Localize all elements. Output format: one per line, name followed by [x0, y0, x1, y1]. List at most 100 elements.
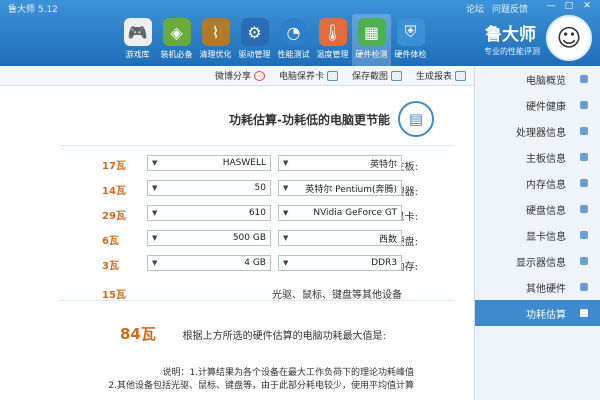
speedometer-icon: ◔: [279, 18, 308, 46]
sidebar-item-label: 显示器信息: [516, 257, 566, 269]
tool-benchmark[interactable]: ◔ 性能测试: [274, 14, 313, 66]
divider: [60, 300, 454, 301]
sidebar-item-gpu[interactable]: 显卡信息: [475, 222, 600, 248]
tool-hardware-checkup[interactable]: ⛨ 硬件体检: [391, 14, 430, 66]
sidebar-item-monitor[interactable]: 显示器信息: [475, 248, 600, 274]
monitor-icon: [580, 257, 588, 265]
tool-temperature[interactable]: 🌡 温度管理: [313, 14, 352, 66]
select-value: 西数: [378, 234, 397, 245]
main-panel: 功耗估算-功耗低的电脑更节能 ▤ 主板: ▼英特尔 ▼HASWELL 17瓦 处…: [0, 87, 474, 400]
brand-slogan: 专业的性能评测: [484, 47, 540, 56]
hardware-icon: [580, 283, 588, 291]
power-icon: [580, 309, 588, 317]
page-heading: 功耗估算-功耗低的电脑更节能 ▤: [229, 101, 434, 137]
memory-icon: [580, 179, 588, 187]
disk-brand-select[interactable]: ▼ 西数: [278, 230, 402, 246]
weibo-share-button[interactable]: 微博分享: [211, 68, 269, 84]
save-screenshot-button[interactable]: 保存截图: [348, 68, 406, 84]
dropdown-arrow-icon: ▼: [283, 209, 289, 217]
card-icon: [326, 70, 338, 81]
cpu-brand-select[interactable]: ▼ 英特尔 Pentium(奔腾): [278, 180, 402, 196]
tool-label: 游戏库: [125, 50, 150, 59]
memory-type-select[interactable]: ▼ DDR3: [278, 255, 402, 271]
tool-label: 清理优化: [199, 50, 232, 59]
memory-size-select[interactable]: ▼ 4 GB: [147, 255, 271, 271]
maximize-button[interactable]: □: [562, 1, 576, 12]
gpu-model-select[interactable]: ▼ 610: [147, 205, 271, 221]
close-button[interactable]: ✕: [580, 1, 594, 12]
sidebar-item-label: 硬件健康: [526, 101, 566, 113]
select-value: 英特尔 Pentium(奔腾): [305, 184, 397, 195]
cube-icon: ◈: [162, 18, 191, 46]
tool-label: 性能测试: [277, 50, 310, 59]
thermometer-icon: 🌡: [318, 18, 347, 46]
gear-icon: ⚙: [240, 18, 269, 46]
select-value: HASWELL: [222, 158, 266, 168]
weibo-icon: [253, 70, 265, 81]
cpu-model-select[interactable]: ▼ 50: [147, 180, 271, 196]
subbar-label: 电脑保养卡: [278, 72, 324, 82]
sidebar-item-other-hardware[interactable]: 其他硬件: [475, 274, 600, 300]
tool-hardware-detect[interactable]: ▦ 硬件检测: [352, 14, 391, 66]
sidebar-item-label: 显卡信息: [526, 231, 566, 243]
shield-icon: ⛨: [396, 18, 425, 46]
other-devices-watts: 15瓦: [102, 290, 126, 301]
component-row-motherboard: 主板: ▼ 英特尔 ▼ HASWELL 17瓦: [0, 155, 474, 173]
sidebar-item-disk[interactable]: 硬盘信息: [475, 196, 600, 222]
row-watts: 14瓦: [102, 186, 126, 197]
disk-model-select[interactable]: ▼ 500 GB: [147, 230, 271, 246]
subbar-label: 保存截图: [351, 72, 388, 82]
maintenance-card-button[interactable]: 电脑保养卡: [275, 68, 342, 84]
tool-games[interactable]: 🎮 游戏库: [118, 14, 157, 66]
sidebar-item-label: 主板信息: [526, 153, 566, 165]
row-watts: 3瓦: [102, 261, 119, 272]
sidebar-item-label: 内存信息: [526, 179, 566, 191]
health-icon: [580, 101, 588, 109]
sidebar-item-cpu[interactable]: 处理器信息: [475, 118, 600, 144]
report-icon: [455, 70, 466, 81]
cpu-icon: [580, 127, 588, 135]
gpu-brand-select[interactable]: ▼ NVidia GeForce GT: [278, 205, 402, 221]
brand-name: 鲁大师: [485, 25, 536, 45]
sidebar-item-motherboard[interactable]: 主板信息: [475, 144, 600, 170]
tool-label: 硬件体检: [394, 50, 427, 59]
tool-cleanup[interactable]: ⌇ 清理优化: [196, 14, 235, 66]
window-controls: — □ ✕: [544, 1, 594, 12]
motherboard-icon: [580, 153, 588, 161]
dropdown-arrow-icon: ▼: [283, 159, 289, 167]
gamepad-icon: 🎮: [123, 18, 152, 46]
dropdown-arrow-icon: ▼: [283, 184, 289, 192]
generate-report-button[interactable]: 生成报表: [412, 68, 470, 84]
row-watts: 6瓦: [102, 236, 119, 247]
select-value: 500 GB: [232, 233, 266, 243]
sidebar-item-overview[interactable]: 电脑概览: [475, 66, 600, 92]
sidebar: 电脑概览 硬件健康 处理器信息 主板信息 内存信息 硬盘信息 显卡信息 显示器信…: [474, 66, 600, 400]
tool-essentials[interactable]: ◈ 装机必备: [157, 14, 196, 66]
sidebar-item-label: 处理器信息: [516, 127, 566, 139]
tool-label: 驱动管理: [238, 50, 271, 59]
gpu-icon: [580, 231, 588, 239]
select-value: 4 GB: [244, 258, 266, 268]
motherboard-model-select[interactable]: ▼ HASWELL: [147, 155, 271, 171]
dropdown-arrow-icon: ▼: [283, 234, 289, 242]
component-row-cpu: 处理器: ▼英特尔 Pentium(奔腾) ▼50 14瓦: [0, 180, 474, 198]
subbar-label: 生成报表: [415, 72, 452, 82]
sidebar-item-memory[interactable]: 内存信息: [475, 170, 600, 196]
motherboard-brand-select[interactable]: ▼ 英特尔: [278, 155, 402, 171]
select-value: NVidia GeForce GT: [313, 208, 397, 218]
sidebar-item-power-estimate[interactable]: 功耗估算: [475, 300, 600, 326]
dropdown-arrow-icon: ▼: [283, 259, 289, 267]
minimize-button[interactable]: —: [544, 1, 558, 12]
dropdown-arrow-icon: ▼: [152, 209, 158, 217]
sidebar-item-health[interactable]: 硬件健康: [475, 92, 600, 118]
tool-label: 装机必备: [160, 50, 193, 59]
select-value: 610: [248, 208, 266, 218]
sidebar-item-label: 电脑概览: [526, 75, 566, 87]
tool-drivers[interactable]: ⚙ 驱动管理: [235, 14, 274, 66]
top-header: 鲁大师 5.12 论坛 问题反馈 — □ ✕ ⛨ 硬件体检 ▦ 硬件检测 🌡 温…: [0, 0, 600, 66]
row-watts: 17瓦: [102, 161, 126, 172]
dropdown-arrow-icon: ▼: [152, 259, 158, 267]
disk-icon: [580, 205, 588, 213]
other-devices-label: 光驱、鼠标、键盘等其他设备: [272, 290, 402, 301]
subbar-label: 微博分享: [214, 72, 251, 82]
